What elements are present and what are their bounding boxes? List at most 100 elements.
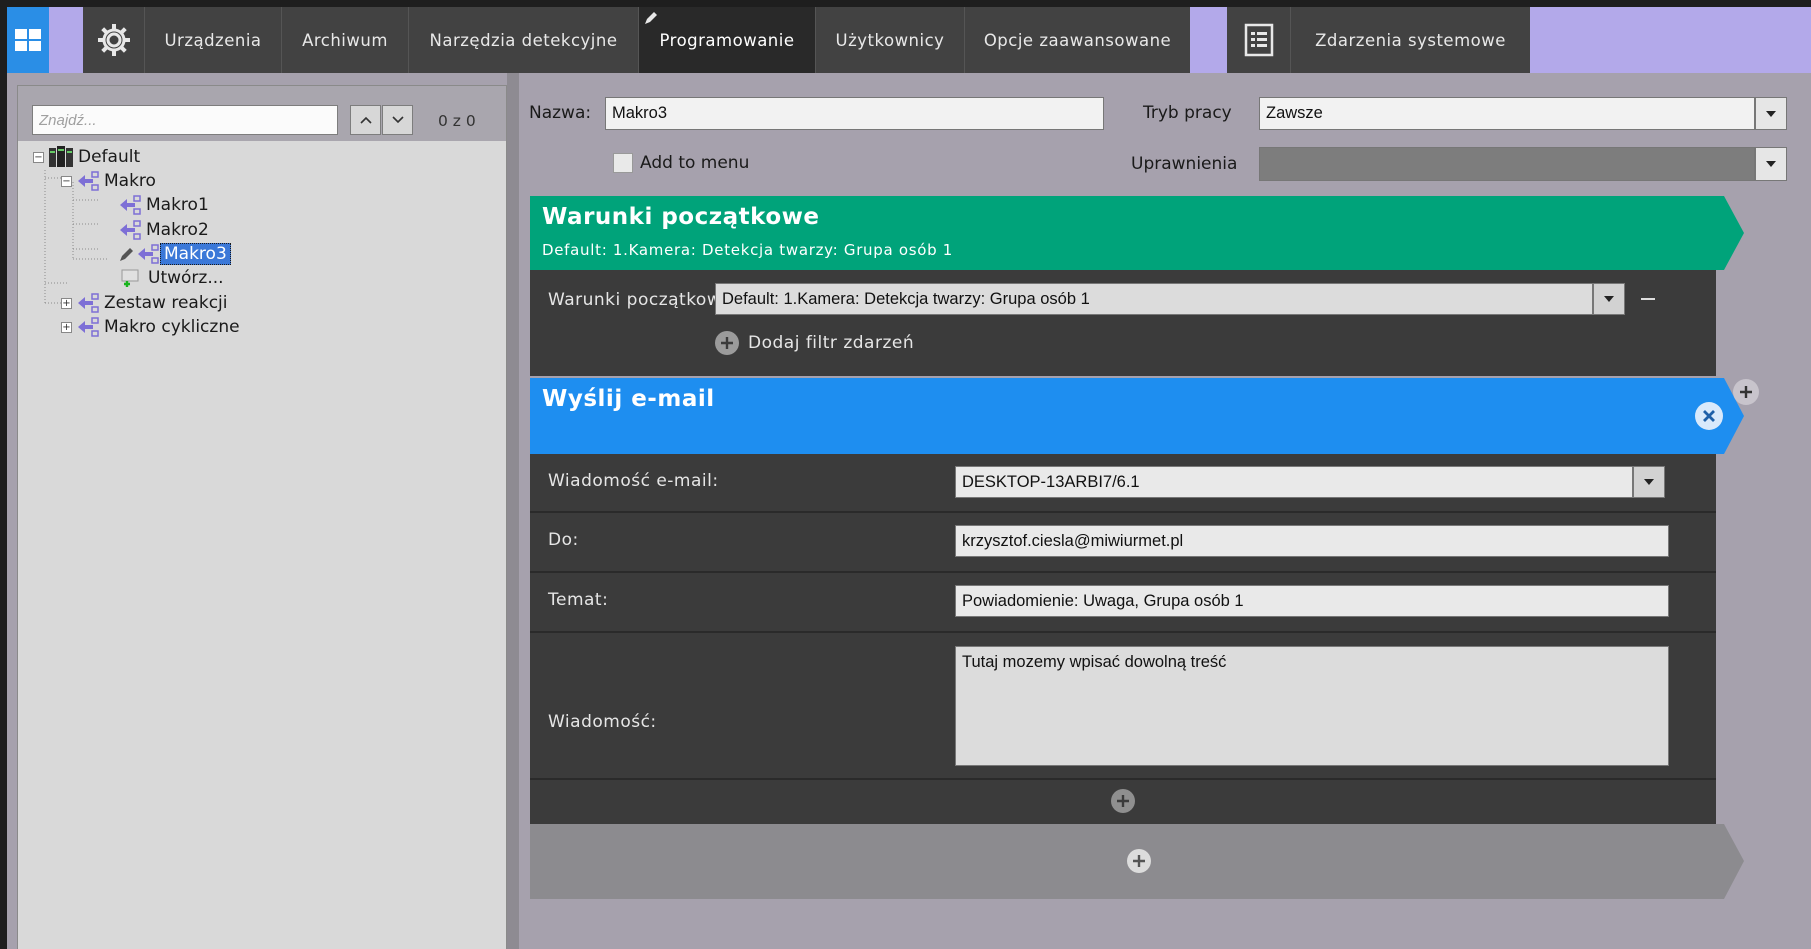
add-icon xyxy=(1740,386,1752,398)
chevron-down-icon xyxy=(1644,479,1654,485)
macro-tree-panel: 0 z 0 − xyxy=(17,85,507,949)
tab-uzytkownicy[interactable]: Użytkownicy xyxy=(816,7,965,73)
tab-programowanie[interactable]: Programowanie xyxy=(639,7,816,73)
close-icon xyxy=(1703,410,1715,422)
conditions-subtitle: Default: 1.Kamera: Detekcja twarzy: Grup… xyxy=(542,241,954,259)
add-filter-button[interactable] xyxy=(715,331,739,355)
system-events-group: Zdarzenia systemowe xyxy=(1227,7,1530,73)
email-message-select[interactable]: DESKTOP-13ARBI7/6.1 xyxy=(955,466,1633,498)
email-message-label: Wiadomość e-mail: xyxy=(548,471,719,491)
match-count: 0 z 0 xyxy=(438,112,476,130)
next-match-button[interactable] xyxy=(382,105,413,135)
conditions-panel: Warunki początkowe Default: 1.Kamera: De… xyxy=(530,270,1716,376)
add-to-menu-label: Add to menu xyxy=(640,153,750,173)
row-separator xyxy=(530,778,1716,780)
previous-match-button[interactable] xyxy=(350,105,381,135)
add-action-after-button[interactable] xyxy=(1733,379,1759,405)
add-icon xyxy=(1133,855,1145,867)
tab-archiwum[interactable]: Archiwum xyxy=(282,7,409,73)
pencil-icon xyxy=(120,248,133,261)
chevron-down-icon xyxy=(1766,161,1776,167)
add-to-menu-checkbox[interactable] xyxy=(613,153,633,173)
macro-icon xyxy=(78,317,99,337)
tree-node-makro3[interactable]: Makro3 xyxy=(118,243,231,265)
tree-node-create[interactable]: Utwórz... xyxy=(120,267,224,289)
tree-node-makro[interactable]: − Makro xyxy=(61,170,156,192)
email-subject-label: Temat: xyxy=(548,590,609,610)
remove-condition-button[interactable] xyxy=(1641,298,1655,300)
settings-button[interactable] xyxy=(83,7,145,73)
expand-toggle[interactable]: + xyxy=(61,297,72,309)
collapse-toggle[interactable]: − xyxy=(33,151,44,163)
tab-opcje-zaawansowane[interactable]: Opcje zaawansowane xyxy=(965,7,1190,73)
panel-splitter[interactable] xyxy=(507,73,519,949)
permissions-select[interactable] xyxy=(1259,147,1755,181)
add-icon xyxy=(121,269,139,287)
email-title: Wyślij e-mail xyxy=(542,386,715,412)
chevron-up-icon xyxy=(359,116,372,124)
conditions-select[interactable]: Default: 1.Kamera: Detekcja twarzy: Grup… xyxy=(715,283,1593,315)
email-body-textarea[interactable]: Tutaj mozemy wpisać dowolną treść xyxy=(955,646,1669,766)
name-input[interactable]: Makro3 xyxy=(605,97,1104,130)
permissions-label: Uprawnienia xyxy=(1131,154,1238,174)
macro-icon xyxy=(120,195,141,215)
macro-icon xyxy=(120,220,141,240)
add-action-banner[interactable] xyxy=(530,824,1744,899)
top-toolbar: Urządzenia Archiwum Narzędzia detekcyjne… xyxy=(7,7,1811,73)
add-icon xyxy=(1117,795,1129,807)
add-filter-label: Dodaj filtr zdarzeń xyxy=(748,333,915,353)
permissions-dropdown-button[interactable] xyxy=(1755,147,1787,181)
mode-label: Tryb pracy xyxy=(1143,103,1232,123)
email-body-label: Wiadomość: xyxy=(548,712,657,732)
email-subject-input[interactable]: Powiadomienie: Uwaga, Grupa osób 1 xyxy=(955,585,1669,617)
macro-icon xyxy=(78,293,99,313)
macro-icon xyxy=(78,171,99,191)
app-grid-icon xyxy=(15,29,41,51)
row-separator xyxy=(530,511,1716,513)
mode-select[interactable]: Zawsze xyxy=(1259,97,1755,130)
macro-icon xyxy=(138,244,159,264)
add-action-button[interactable] xyxy=(1127,849,1151,873)
chevron-down-icon xyxy=(1604,296,1614,302)
tab-urzadzenia[interactable]: Urządzenia xyxy=(145,7,282,73)
event-log-icon xyxy=(1244,23,1273,57)
expand-toggle[interactable]: + xyxy=(61,321,72,333)
tree-node-makro-cykliczne[interactable]: + Makro cykliczne xyxy=(61,316,240,338)
email-panel: Wiadomość e-mail: DESKTOP-13ARBI7/6.1 Do… xyxy=(530,454,1716,824)
gear-icon xyxy=(97,24,130,56)
app-menu-button[interactable] xyxy=(7,7,49,73)
row-separator xyxy=(530,571,1716,573)
conditions-title: Warunki początkowe xyxy=(542,204,820,230)
tree-server-icon xyxy=(49,146,73,167)
remove-action-button[interactable] xyxy=(1695,402,1723,430)
chevron-down-icon xyxy=(1766,110,1776,117)
email-message-dropdown-button[interactable] xyxy=(1633,466,1665,498)
conditions-row-label: Warunki początkowe xyxy=(548,290,733,310)
tree-node-makro2[interactable]: Makro2 xyxy=(118,219,209,241)
tab-narzedzia-detekcyjne[interactable]: Narzędzia detekcyjne xyxy=(409,7,639,73)
tree-search-bar: 0 z 0 xyxy=(18,86,506,141)
pencil-icon xyxy=(645,12,657,24)
conditions-banner: Warunki początkowe Default: 1.Kamera: De… xyxy=(530,196,1744,270)
event-log-button[interactable] xyxy=(1227,7,1291,73)
email-action-banner: Wyślij e-mail xyxy=(530,378,1744,454)
add-email-field-button[interactable] xyxy=(1111,789,1135,813)
email-to-label: Do: xyxy=(548,530,579,550)
tree-node-makro1[interactable]: Makro1 xyxy=(118,194,209,216)
app-window: Urządzenia Archiwum Narzędzia detekcyjne… xyxy=(7,7,1811,949)
tree-node-zestaw-reakcji[interactable]: + Zestaw reakcji xyxy=(61,292,227,314)
email-to-input[interactable]: krzysztof.ciesla@miwiurmet.pl xyxy=(955,525,1669,557)
collapse-toggle[interactable]: − xyxy=(61,175,72,187)
tree-node-default[interactable]: − Default xyxy=(33,146,140,168)
row-separator xyxy=(530,631,1716,633)
main-tabs: Urządzenia Archiwum Narzędzia detekcyjne… xyxy=(83,7,1190,73)
selected-tree-label: Makro3 xyxy=(160,243,231,265)
mode-dropdown-button[interactable] xyxy=(1755,97,1787,130)
add-icon xyxy=(721,337,733,349)
search-input[interactable] xyxy=(32,105,338,135)
chevron-down-icon xyxy=(391,116,404,124)
tab-zdarzenia-systemowe[interactable]: Zdarzenia systemowe xyxy=(1291,7,1530,73)
conditions-dropdown-button[interactable] xyxy=(1593,283,1625,315)
name-label: Nazwa: xyxy=(529,103,592,123)
macro-editor: Nazwa: Makro3 Tryb pracy Zawsze Add to m… xyxy=(519,73,1811,949)
